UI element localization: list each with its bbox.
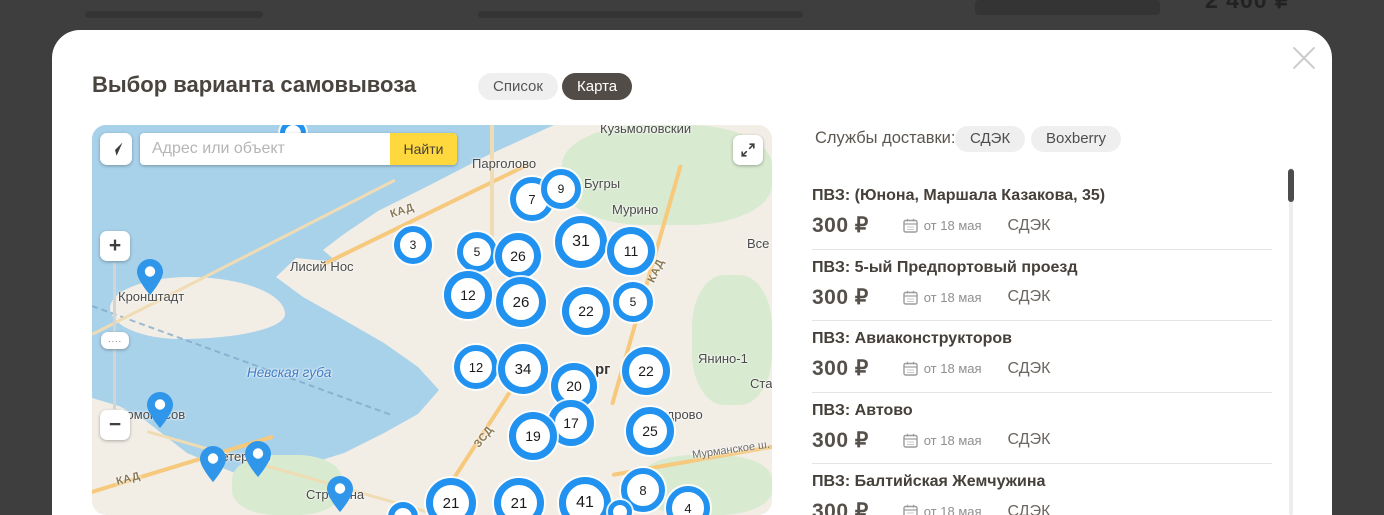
map-cluster-marker[interactable]: 19 xyxy=(509,412,557,460)
calendar-icon xyxy=(903,433,918,448)
pickup-modal: Выбор варианта самовывоза Список Карта xyxy=(52,30,1332,515)
pickup-date: от 18 мая xyxy=(924,218,982,233)
pickup-meta: 300 ₽ от 18 мая СДЭК xyxy=(812,285,1272,310)
pickup-price: 300 ₽ xyxy=(812,285,869,310)
pickup-item[interactable]: ПВЗ: Балтийская Жемчужина 300 ₽ от 18 мая С… xyxy=(812,464,1272,515)
ghost-header-block xyxy=(975,0,1160,15)
close-icon[interactable] xyxy=(1288,42,1320,74)
calendar-icon xyxy=(903,290,918,305)
scrollbar-thumb[interactable] xyxy=(1288,169,1294,202)
pickup-service: СДЭК xyxy=(1008,288,1051,306)
map-cluster-marker[interactable]: 12 xyxy=(454,345,498,389)
pickup-price: 300 ₽ xyxy=(812,428,869,453)
pickup-date: от 18 мая xyxy=(924,433,982,448)
map-cluster-marker[interactable]: 21 xyxy=(426,478,476,515)
page-title: Выбор варианта самовывоза xyxy=(92,72,416,98)
service-chip[interactable]: СДЭК xyxy=(955,126,1025,152)
water-label: Невская губа xyxy=(247,365,331,380)
ghost-nav-text xyxy=(478,11,803,18)
tab-list[interactable]: Список xyxy=(478,73,558,100)
map-place-label: Кузьмоловский xyxy=(600,125,691,136)
search-button[interactable]: Найти xyxy=(390,133,457,165)
cart-total-ghost: 2 400 ₽ xyxy=(1205,0,1291,14)
map-cluster-marker[interactable]: 3 xyxy=(394,226,432,264)
pickup-date: от 18 мая xyxy=(924,290,982,305)
map-cluster-marker[interactable]: 9 xyxy=(541,169,581,209)
map-cluster-marker[interactable]: 41 xyxy=(559,477,611,515)
map-place-label: Мурино xyxy=(612,202,658,217)
geolocate-arrow-icon xyxy=(108,141,124,157)
service-chip[interactable]: Boxberry xyxy=(1031,126,1121,152)
map-pin-marker[interactable] xyxy=(147,392,173,433)
road-label: ЗСД xyxy=(472,424,496,450)
zoom-out-button[interactable]: − xyxy=(100,410,130,440)
map-pin-marker[interactable] xyxy=(200,446,226,487)
map-place-label: Лисий Нос xyxy=(290,259,354,274)
pickup-item[interactable]: ПВЗ: Авиаконструкторов 300 ₽ от 18 мая СДЭК xyxy=(812,321,1272,393)
map-pin-marker[interactable] xyxy=(245,441,271,482)
calendar-icon xyxy=(903,504,918,515)
pickup-title: ПВЗ: (Юнона, Маршала Казакова, 35) xyxy=(812,187,1272,205)
road-line xyxy=(490,125,494,255)
map-cluster-marker[interactable]: 22 xyxy=(562,287,610,335)
pickup-meta: 300 ₽ от 18 мая СДЭК xyxy=(812,213,1272,238)
map-pin-marker[interactable] xyxy=(137,259,163,300)
zoom-in-button[interactable]: + xyxy=(100,231,130,261)
road-label: КАД xyxy=(115,470,142,488)
geolocate-button[interactable] xyxy=(100,133,132,165)
pickup-service: СДЭК xyxy=(1008,217,1051,235)
map-cluster-marker[interactable]: 12 xyxy=(444,271,492,319)
calendar-icon xyxy=(903,218,918,233)
expand-icon xyxy=(741,143,755,157)
pickup-title: ПВЗ: Авиаконструкторов xyxy=(812,330,1272,348)
pickup-service: СДЭК xyxy=(1008,360,1051,378)
map-place-label: рг xyxy=(595,361,610,378)
map-cluster-marker[interactable]: 5 xyxy=(457,232,497,272)
pickup-title: ПВЗ: 5-ый Предпортовый проезд xyxy=(812,259,1272,277)
pickup-service: СДЭК xyxy=(1008,503,1051,515)
map-cluster-marker[interactable]: 26 xyxy=(496,277,546,327)
map-canvas[interactable]: Найти + ∙∙∙∙ − Кузьмоловский Парголово Буг… xyxy=(92,125,772,515)
pickup-date: от 18 мая xyxy=(924,504,982,515)
map-cluster-marker[interactable]: 26 xyxy=(495,233,541,279)
map-cluster-marker[interactable]: 22 xyxy=(622,347,670,395)
pickup-item[interactable]: ПВЗ: Автово 300 ₽ от 18 мая СДЭК xyxy=(812,393,1272,465)
map-cluster-marker[interactable]: 11 xyxy=(607,227,655,275)
pickup-price: 300 ₽ xyxy=(812,213,869,238)
fullscreen-button[interactable] xyxy=(733,135,763,165)
map-cluster-marker[interactable]: 21 xyxy=(494,478,544,515)
map-cluster-marker[interactable]: 5 xyxy=(613,282,653,322)
pickup-meta: 300 ₽ от 18 мая СДЭК xyxy=(812,499,1272,515)
map-cluster-marker[interactable]: 31 xyxy=(555,216,607,268)
pickup-price: 300 ₽ xyxy=(812,356,869,381)
scrollbar-track[interactable] xyxy=(1289,168,1293,515)
page: 2 400 ₽ Выбор варианта самовывоза Список… xyxy=(0,0,1384,515)
pickup-meta: 300 ₽ от 18 мая СДЭК xyxy=(812,356,1272,381)
map-place-label: Ста xyxy=(750,376,772,391)
map-place-label: Все xyxy=(747,236,769,251)
pickup-title: ПВЗ: Автово xyxy=(812,402,1272,420)
pickup-title: ПВЗ: Балтийская Жемчужина xyxy=(812,473,1272,491)
services-label: Службы доставки: xyxy=(815,129,955,148)
map-pin-marker[interactable] xyxy=(327,476,353,515)
map-cluster-marker[interactable]: 34 xyxy=(498,344,548,394)
search-input[interactable] xyxy=(140,133,390,165)
pickup-price: 300 ₽ xyxy=(812,499,869,515)
map-place-label: Парголово xyxy=(472,156,536,171)
pickup-item[interactable]: ПВЗ: (Юнона, Маршала Казакова, 35) 300 ₽ о… xyxy=(812,178,1272,250)
map-place-label: Бугры xyxy=(584,176,620,191)
map-place-label: Янино-1 xyxy=(698,351,748,366)
calendar-icon xyxy=(903,361,918,376)
pickup-meta: 300 ₽ от 18 мая СДЭК xyxy=(812,428,1272,453)
pickup-service: СДЭК xyxy=(1008,431,1051,449)
pickup-item[interactable]: ПВЗ: 5-ый Предпортовый проезд 300 ₽ от 18 … xyxy=(812,250,1272,322)
zoom-slider-handle[interactable]: ∙∙∙∙ xyxy=(101,332,129,349)
map-search-bar: Найти xyxy=(140,133,457,165)
map-cluster-marker[interactable]: 25 xyxy=(626,407,674,455)
pickup-date: от 18 мая xyxy=(924,361,982,376)
tab-map[interactable]: Карта xyxy=(562,73,632,100)
ghost-nav-text xyxy=(85,11,263,18)
map-marker[interactable] xyxy=(388,502,418,515)
pickup-list: ПВЗ: (Юнона, Маршала Казакова, 35) 300 ₽ о… xyxy=(812,178,1272,515)
